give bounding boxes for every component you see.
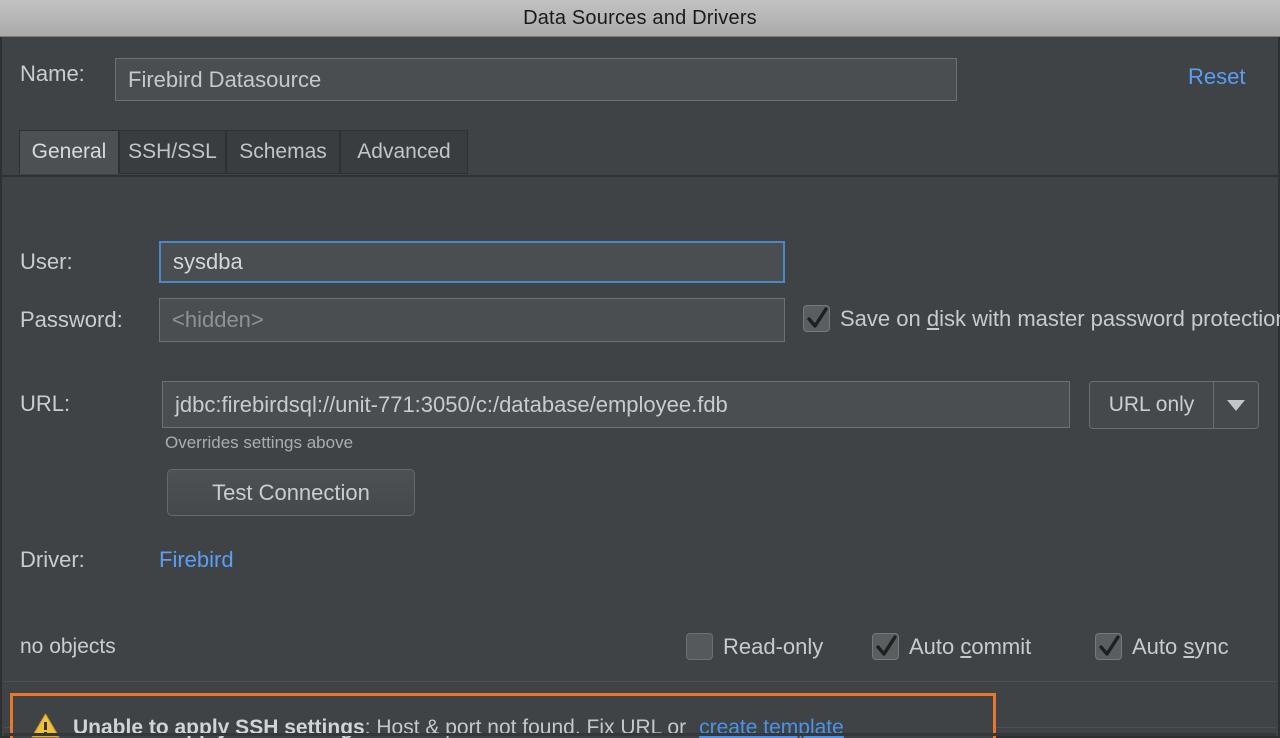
tab-advanced-label: Advanced — [357, 140, 451, 163]
driver-label: Driver: — [20, 547, 85, 572]
test-connection-button[interactable]: Test Connection — [167, 469, 415, 516]
name-label: Name: — [20, 61, 85, 86]
auto-sync-checkbox[interactable]: Auto sync — [1095, 633, 1229, 660]
chevron-down-icon — [1213, 382, 1258, 428]
tab-bar: General SSH/SSL Schemas Advanced — [2, 130, 1278, 175]
url-mode-combobox[interactable]: URL only — [1089, 381, 1259, 429]
checkbox-checked-icon — [872, 633, 899, 660]
tab-advanced[interactable]: Advanced — [340, 130, 468, 174]
test-connection-label: Test Connection — [212, 479, 370, 505]
read-only-label: Read-only — [723, 633, 824, 659]
user-input[interactable]: sysdba — [159, 241, 785, 283]
reset-link[interactable]: Reset — [1188, 64, 1245, 90]
tab-ssh-ssl-label: SSH/SSL — [128, 140, 217, 163]
save-on-disk-checkbox[interactable]: Save on disk with master password protec… — [803, 305, 1280, 332]
save-on-disk-label: Save on disk with master password protec… — [840, 305, 1280, 331]
url-mode-value: URL only — [1108, 393, 1195, 416]
dialog-body: Name: Firebird Datasource Reset General … — [0, 37, 1280, 738]
tab-general-label: General — [31, 140, 107, 163]
auto-commit-label: Auto commit — [909, 633, 1032, 659]
auto-commit-checkbox[interactable]: Auto commit — [872, 633, 1031, 660]
password-label: Password: — [20, 307, 123, 332]
tab-schemas-label: Schemas — [239, 140, 327, 163]
password-input[interactable]: <hidden> — [159, 298, 785, 342]
checkbox-checked-icon — [803, 305, 830, 332]
window-titlebar: Data Sources and Drivers — [0, 0, 1280, 37]
dialog-bottom-strip — [4, 733, 1276, 736]
tabs-underline — [2, 175, 1278, 177]
checkbox-checked-icon — [1095, 633, 1122, 660]
name-row: Name: Firebird Datasource Reset — [2, 37, 1278, 117]
ssh-warning-banner: Unable to apply SSH settings: Host & por… — [10, 693, 996, 738]
url-hint-text: Overrides settings above — [165, 433, 354, 452]
data-sources-dialog-window: Data Sources and Drivers Name: Firebird … — [0, 0, 1280, 738]
warning-divider-top — [4, 681, 1276, 682]
tab-general[interactable]: General — [19, 130, 119, 174]
auto-sync-label: Auto sync — [1132, 633, 1229, 659]
read-only-checkbox[interactable]: Read-only — [686, 633, 823, 660]
window-title: Data Sources and Drivers — [523, 6, 757, 29]
checkbox-unchecked-icon — [686, 633, 713, 660]
url-input[interactable]: jdbc:firebirdsql://unit-771:3050/c:/data… — [162, 381, 1070, 428]
user-label: User: — [20, 249, 73, 274]
tab-schemas[interactable]: Schemas — [226, 130, 340, 174]
objects-status-text: no objects — [20, 635, 116, 658]
tab-ssh-ssl[interactable]: SSH/SSL — [119, 130, 226, 174]
url-label: URL: — [20, 391, 71, 416]
datasource-name-input[interactable]: Firebird Datasource — [115, 58, 957, 101]
driver-link[interactable]: Firebird — [159, 547, 234, 573]
